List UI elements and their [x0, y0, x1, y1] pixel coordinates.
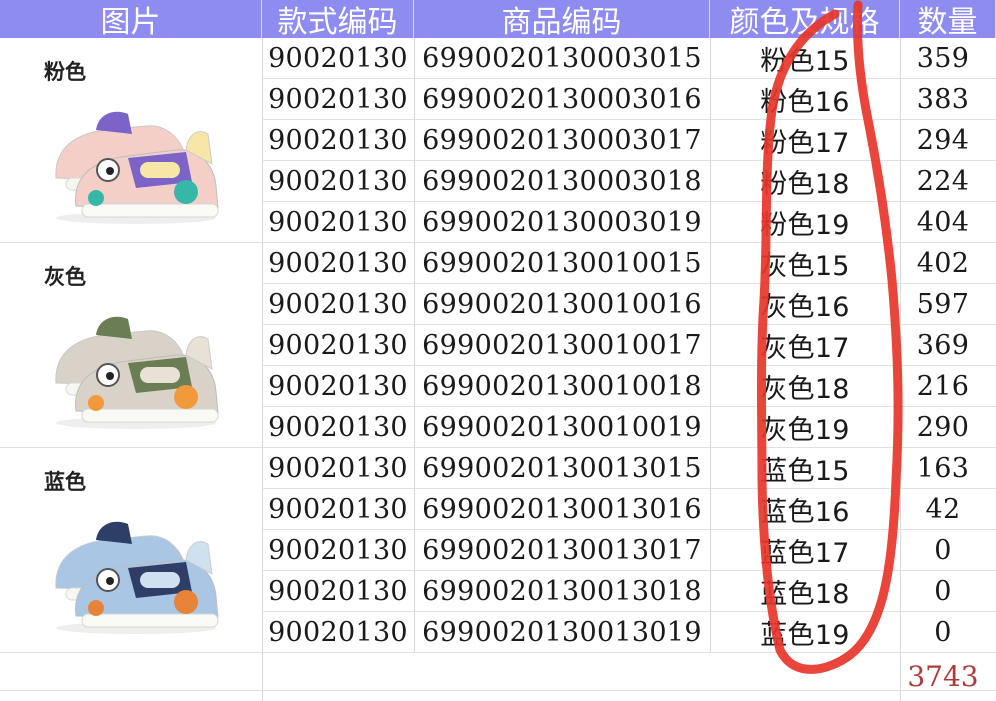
shoe-image: [55, 316, 219, 429]
quantity-cell[interactable]: 383: [900, 79, 986, 120]
style-code-cell[interactable]: 90020130: [262, 407, 414, 448]
header-style-code[interactable]: 款式编码: [262, 0, 414, 40]
style-code-cell[interactable]: 90020130: [262, 366, 414, 407]
quantity-cell[interactable]: 0: [900, 530, 986, 571]
color-spec-cell[interactable]: 粉色18: [710, 161, 900, 202]
color-spec-cell[interactable]: 粉色15: [710, 38, 900, 79]
quantity-total[interactable]: 3743: [900, 655, 986, 697]
product-code-cell[interactable]: 6990020130010015: [414, 243, 710, 284]
spreadsheet: 图片 款式编码 商品编码 颜色及规格 数量 90020130 6990020130…: [0, 0, 996, 701]
quantity-cell[interactable]: 290: [900, 407, 986, 448]
header-image[interactable]: 图片: [0, 0, 262, 40]
style-code-cell[interactable]: 90020130: [262, 243, 414, 284]
color-spec-cell[interactable]: 灰色19: [710, 407, 900, 448]
style-code-cell[interactable]: 90020130: [262, 120, 414, 161]
color-spec-cell[interactable]: 蓝色17: [710, 530, 900, 571]
style-code-cell[interactable]: 90020130: [262, 202, 414, 243]
quantity-cell[interactable]: 0: [900, 612, 986, 653]
product-code-cell[interactable]: 6990020130013015: [414, 448, 710, 489]
product-code-cell[interactable]: 6990020130013017: [414, 530, 710, 571]
quantity-cell[interactable]: 294: [900, 120, 986, 161]
quantity-cell[interactable]: 224: [900, 161, 986, 202]
color-spec-cell[interactable]: 粉色17: [710, 120, 900, 161]
color-spec-cell[interactable]: 蓝色16: [710, 489, 900, 530]
product-code-cell[interactable]: 6990020130010017: [414, 325, 710, 366]
product-code-cell[interactable]: 6990020130013019: [414, 612, 710, 653]
style-code-cell[interactable]: 90020130: [262, 489, 414, 530]
product-code-cell[interactable]: 6990020130010018: [414, 366, 710, 407]
grid-line: [0, 690, 996, 691]
color-spec-cell[interactable]: 灰色17: [710, 325, 900, 366]
style-code-cell[interactable]: 90020130: [262, 38, 414, 79]
grid-line: [0, 447, 262, 448]
product-code-cell[interactable]: 6990020130003017: [414, 120, 710, 161]
quantity-cell[interactable]: 369: [900, 325, 986, 366]
quantity-cell[interactable]: 597: [900, 284, 986, 325]
quantity-cell[interactable]: 42: [900, 489, 986, 530]
style-code-cell[interactable]: 90020130: [262, 79, 414, 120]
grid-line: [0, 242, 262, 243]
header-product-code[interactable]: 商品编码: [414, 0, 710, 40]
style-code-cell[interactable]: 90020130: [262, 530, 414, 571]
product-code-cell[interactable]: 6990020130013016: [414, 489, 710, 530]
style-code-cell[interactable]: 90020130: [262, 612, 414, 653]
product-code-cell[interactable]: 6990020130013018: [414, 571, 710, 612]
shoe-image: [55, 111, 219, 224]
color-spec-cell[interactable]: 蓝色15: [710, 448, 900, 489]
style-code-cell[interactable]: 90020130: [262, 448, 414, 489]
style-code-cell[interactable]: 90020130: [262, 571, 414, 612]
style-code-cell[interactable]: 90020130: [262, 325, 414, 366]
product-code-cell[interactable]: 6990020130003018: [414, 161, 710, 202]
quantity-cell[interactable]: 163: [900, 448, 986, 489]
color-spec-cell[interactable]: 灰色18: [710, 366, 900, 407]
header-quantity[interactable]: 数量: [900, 0, 996, 40]
quantity-cell[interactable]: 359: [900, 38, 986, 79]
quantity-cell[interactable]: 404: [900, 202, 986, 243]
product-code-cell[interactable]: 6990020130003015: [414, 38, 710, 79]
product-code-cell[interactable]: 6990020130010016: [414, 284, 710, 325]
color-spec-cell[interactable]: 灰色16: [710, 284, 900, 325]
header-color-spec[interactable]: 颜色及规格: [710, 0, 900, 40]
color-spec-cell[interactable]: 粉色19: [710, 202, 900, 243]
shoe-image: [55, 521, 219, 634]
color-spec-cell[interactable]: 粉色16: [710, 79, 900, 120]
style-code-cell[interactable]: 90020130: [262, 161, 414, 202]
style-code-cell[interactable]: 90020130: [262, 284, 414, 325]
product-code-cell[interactable]: 6990020130003019: [414, 202, 710, 243]
quantity-cell[interactable]: 0: [900, 571, 986, 612]
quantity-cell[interactable]: 216: [900, 366, 986, 407]
product-code-cell[interactable]: 6990020130010019: [414, 407, 710, 448]
color-spec-cell[interactable]: 灰色15: [710, 243, 900, 284]
quantity-cell[interactable]: 402: [900, 243, 986, 284]
color-spec-cell[interactable]: 蓝色19: [710, 612, 900, 653]
product-code-cell[interactable]: 6990020130003016: [414, 79, 710, 120]
color-spec-cell[interactable]: 蓝色18: [710, 571, 900, 612]
